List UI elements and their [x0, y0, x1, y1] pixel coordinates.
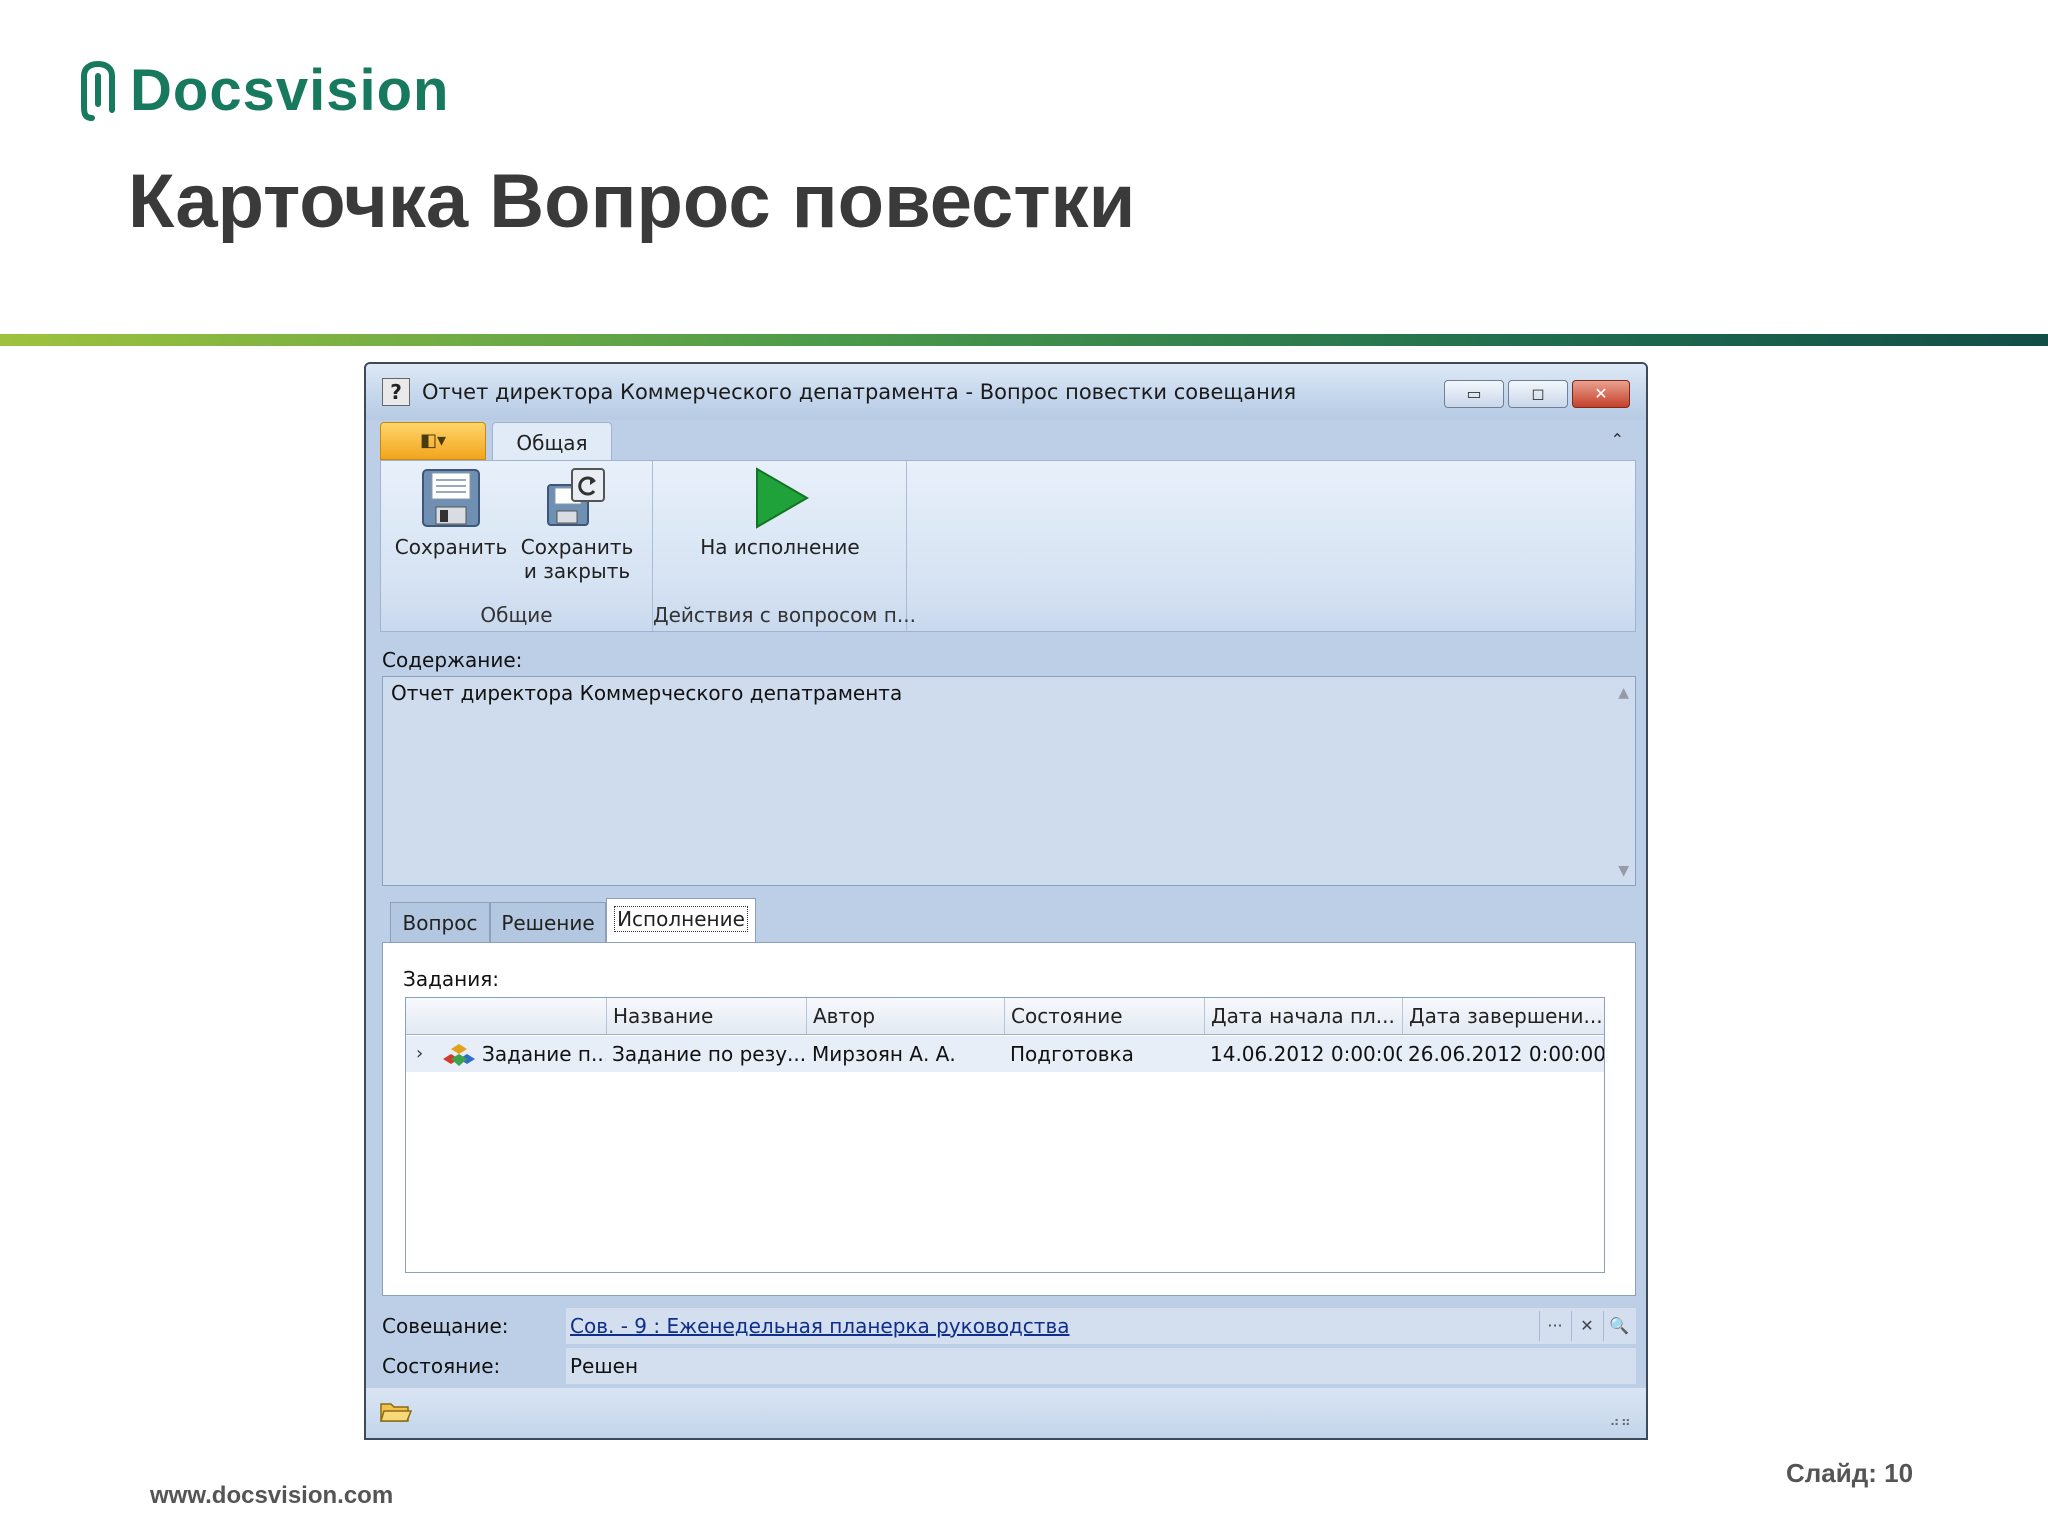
meeting-label: Совещание:: [382, 1314, 509, 1338]
cell-state: Подготовка: [1010, 1042, 1134, 1066]
expand-chevron-icon[interactable]: ›: [416, 1036, 423, 1072]
execution-panel: Задания: Название Автор Состояние Дата н…: [382, 942, 1636, 1296]
grid-header: Название Автор Состояние Дата начала пл.…: [406, 998, 1604, 1035]
table-row[interactable]: › Задание п... Задание по резу... Мирзоя…: [406, 1036, 1604, 1072]
ribbon-group-label-actions: Действия с вопросом п...: [653, 603, 916, 627]
task-cubes-icon: [443, 1044, 475, 1066]
scroll-down-icon[interactable]: ▼: [1618, 863, 1629, 879]
ribbon-tab-general[interactable]: Общая: [492, 422, 612, 462]
slide-title: Карточка Вопрос повестки: [128, 159, 1136, 244]
tab-question[interactable]: Вопрос: [390, 902, 490, 942]
card-window: ? Отчет директора Коммерческого депатрам…: [364, 362, 1648, 1440]
cell-author: Мирзоян А. А.: [812, 1042, 956, 1066]
column-header-start-date[interactable]: Дата начала пл...: [1204, 998, 1402, 1034]
meeting-link[interactable]: Сов. - 9 : Еженедельная планерка руковод…: [570, 1308, 1070, 1344]
ribbon-group-actions: На исполнение Действия с вопросом п...: [653, 461, 916, 631]
save-close-label-line2: и закрыть: [523, 559, 631, 583]
footer-url: www.docsvision.com: [150, 1482, 394, 1509]
column-header-type[interactable]: [406, 998, 606, 1034]
column-header-end-date[interactable]: Дата завершени...: [1402, 998, 1604, 1034]
save-close-icon: [547, 468, 605, 526]
close-button[interactable]: ✕: [1572, 380, 1630, 408]
cell-start-date: 14.06.2012 0:00:00: [1210, 1042, 1402, 1066]
content-text: Отчет директора Коммерческого депатрамен…: [391, 681, 903, 705]
content-label: Содержание:: [382, 648, 523, 672]
logo-text: Docsvision: [130, 58, 450, 123]
save-close-label-line1: Сохранить: [520, 535, 634, 559]
cell-name: Задание по резу...: [612, 1042, 806, 1066]
clear-x-icon[interactable]: ✕: [1571, 1311, 1602, 1341]
slide-number: Слайд: 10: [1786, 1458, 1914, 1488]
tasks-grid: Название Автор Состояние Дата начала пл.…: [405, 997, 1605, 1273]
save-button[interactable]: Сохранить: [393, 467, 509, 559]
window-titlebar[interactable]: ? Отчет директора Коммерческого депатрам…: [366, 364, 1646, 420]
search-icon[interactable]: 🔍: [1603, 1311, 1634, 1341]
ribbon-group-general: Сохранить Сохранить и закрыть Общие: [381, 461, 653, 631]
gradient-divider: [0, 334, 2048, 346]
paperclip-logo-icon: [81, 60, 115, 121]
scroll-up-icon[interactable]: ▲: [1618, 685, 1629, 701]
collapse-ribbon-icon[interactable]: ⌃: [1611, 430, 1624, 449]
send-to-execution-label: На исполнение: [700, 535, 860, 559]
state-value: Решен: [570, 1354, 639, 1378]
tab-execution[interactable]: Исполнение: [606, 898, 756, 944]
minimize-button[interactable]: ▭: [1444, 380, 1504, 408]
meeting-field[interactable]: Сов. - 9 : Еженедельная планерка руковод…: [566, 1308, 1636, 1344]
column-header-state[interactable]: Состояние: [1004, 998, 1204, 1034]
save-and-close-button[interactable]: Сохранить и закрыть: [517, 467, 637, 583]
maximize-button[interactable]: ◻: [1508, 380, 1568, 408]
save-label: Сохранить: [394, 535, 508, 559]
column-header-author[interactable]: Автор: [806, 998, 1004, 1034]
question-icon[interactable]: ?: [382, 378, 410, 406]
tab-decision[interactable]: Решение: [490, 902, 606, 942]
cell-type: Задание п...: [482, 1042, 606, 1066]
column-header-name[interactable]: Название: [606, 998, 806, 1034]
app-menu-button[interactable]: ◧▾: [380, 422, 486, 460]
window-title: Отчет директора Коммерческого депатрамен…: [422, 380, 1297, 404]
tasks-label: Задания:: [403, 967, 500, 991]
docsvision-logo: Docsvision: [80, 58, 449, 124]
tab-execution-label: Исполнение: [614, 906, 748, 932]
resize-grip-icon[interactable]: ⠴⠶: [1609, 1414, 1632, 1430]
state-field[interactable]: Решен: [566, 1348, 1636, 1384]
play-icon: [756, 467, 809, 529]
browse-dots-icon[interactable]: ···: [1539, 1311, 1570, 1341]
ribbon-tab-strip: ◧▾ Общая ⌃: [366, 420, 1646, 462]
status-bar: ⠴⠶: [366, 1388, 1646, 1438]
folder-open-icon[interactable]: [380, 1400, 412, 1424]
ribbon-panel: Сохранить Сохранить и закрыть Общие На и…: [380, 460, 1636, 632]
send-to-execution-button[interactable]: На исполнение: [673, 467, 887, 559]
ribbon-group-label-general: Общие: [480, 603, 553, 627]
content-textarea[interactable]: Отчет директора Коммерческого депатрамен…: [382, 676, 1636, 886]
cell-end-date: 26.06.2012 0:00:00: [1408, 1042, 1604, 1066]
state-label: Состояние:: [382, 1354, 501, 1378]
floppy-save-icon: [422, 469, 480, 527]
